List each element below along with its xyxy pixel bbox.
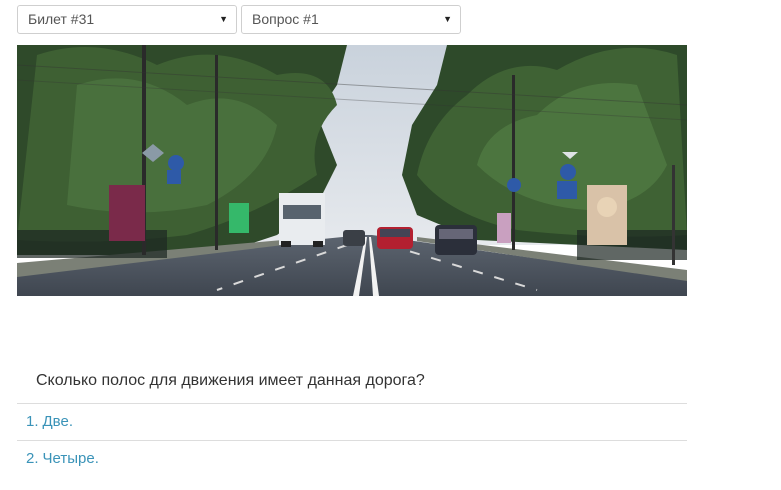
road-photo-illustration [17, 45, 687, 296]
answer-number: 2. [26, 450, 39, 467]
question-image [17, 45, 687, 296]
answer-list: 1. Две. 2. Четыре. [17, 403, 687, 477]
question-select-value: Вопрос #1 [252, 11, 319, 27]
question-text: Сколько полос для движения имеет данная … [36, 372, 425, 389]
ticket-select-value: Билет #31 [28, 11, 95, 27]
question-select[interactable]: Вопрос #1 ▼ [241, 5, 461, 34]
dropdown-arrow-icon: ▼ [443, 14, 452, 24]
answer-option-2[interactable]: 2. Четыре. [17, 440, 687, 477]
answer-number: 1. [26, 413, 39, 430]
answer-label: Две. [42, 413, 73, 430]
answer-label: Четыре. [42, 450, 99, 467]
dropdown-arrow-icon: ▼ [219, 14, 228, 24]
ticket-select[interactable]: Билет #31 ▼ [17, 5, 237, 34]
answer-option-1[interactable]: 1. Две. [17, 403, 687, 440]
